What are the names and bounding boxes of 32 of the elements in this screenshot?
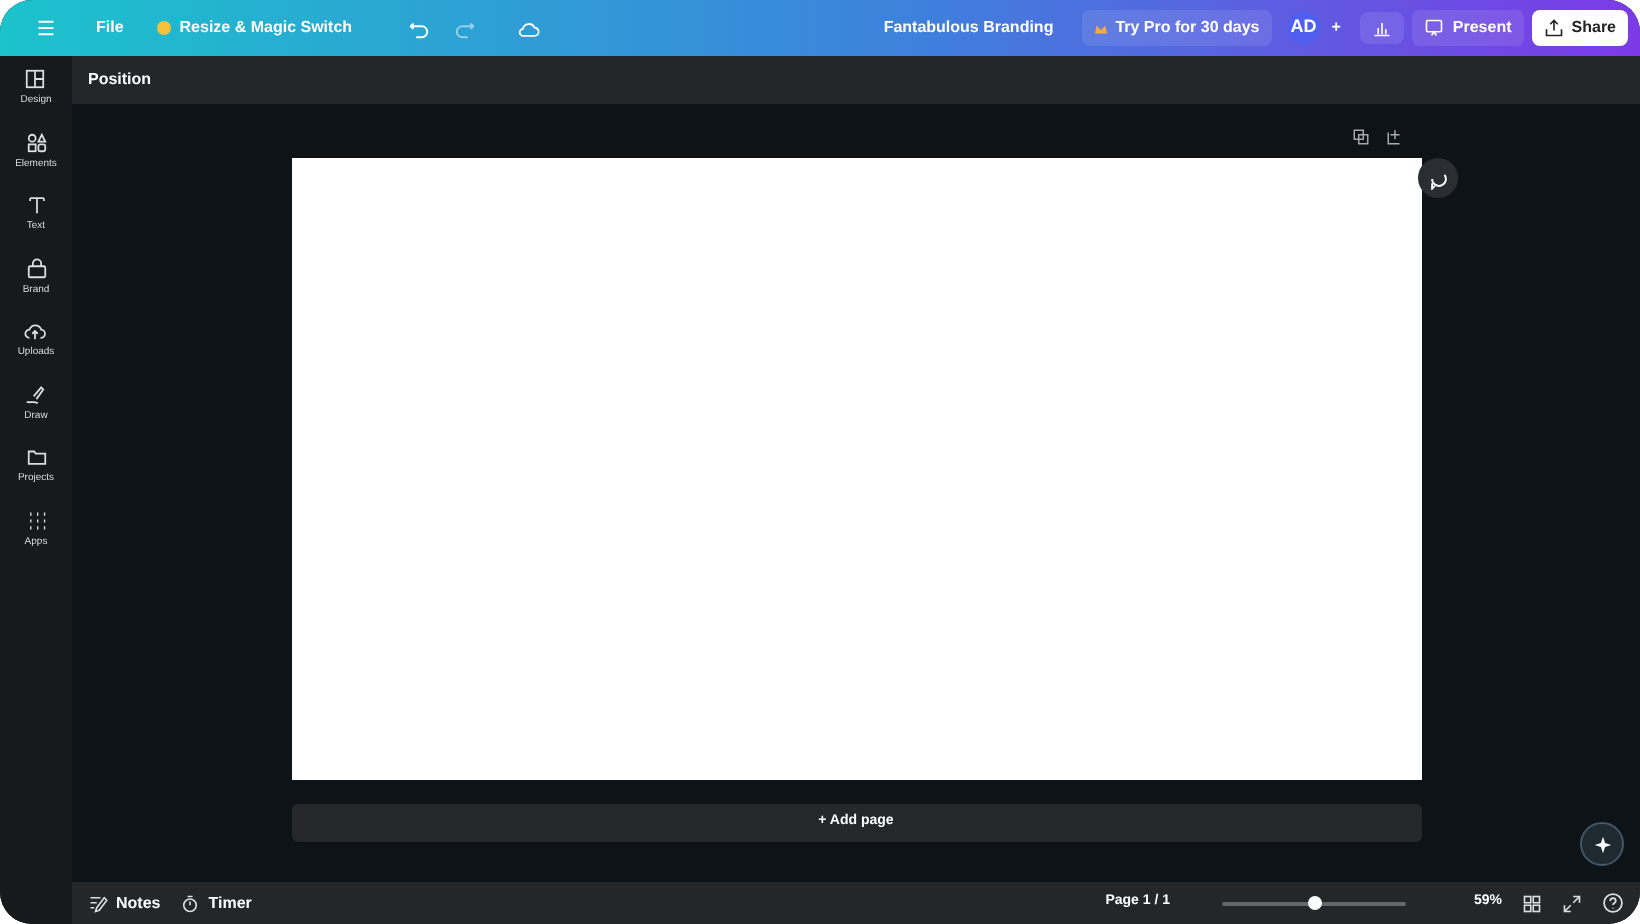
share-icon	[1543, 18, 1564, 38]
notes-button[interactable]: Notes	[88, 891, 161, 915]
sparkle-icon	[1591, 833, 1613, 855]
timer-button[interactable]: Timer	[180, 891, 252, 915]
design-title[interactable]: Fantabulous Branding	[871, 10, 1066, 46]
help-icon[interactable]	[1602, 892, 1624, 914]
text-icon	[25, 194, 47, 216]
add-page-icon	[1386, 128, 1404, 146]
duplicate-icon	[1352, 128, 1370, 146]
analytics-button[interactable]	[1360, 12, 1405, 44]
try-pro-button[interactable]: Try Pro for 30 days	[1081, 10, 1272, 46]
notes-icon	[88, 893, 108, 913]
fullscreen-icon[interactable]	[1562, 893, 1582, 913]
bar-chart-icon	[1372, 18, 1393, 38]
briefcase-icon	[25, 257, 47, 279]
comment-button[interactable]	[1418, 158, 1458, 198]
folder-icon	[25, 446, 47, 468]
shapes-icon	[25, 131, 47, 153]
layout-icon	[24, 68, 47, 90]
toolbar-label[interactable]: Position	[88, 68, 152, 92]
apps-icon	[25, 509, 47, 531]
user-avatar[interactable]: AD	[1287, 12, 1320, 44]
pen-icon	[24, 383, 47, 405]
magic-button[interactable]	[1580, 822, 1624, 866]
share-button[interactable]: Share	[1531, 10, 1628, 46]
grid-view-icon[interactable]	[1522, 893, 1542, 913]
timer-icon	[180, 893, 201, 913]
add-collaborator-button[interactable]: +	[1319, 10, 1353, 46]
presentation-icon	[1424, 18, 1445, 38]
slider-thumb[interactable]	[1308, 895, 1323, 909]
upload-icon	[24, 320, 47, 342]
present-button[interactable]: Present	[1412, 10, 1524, 46]
